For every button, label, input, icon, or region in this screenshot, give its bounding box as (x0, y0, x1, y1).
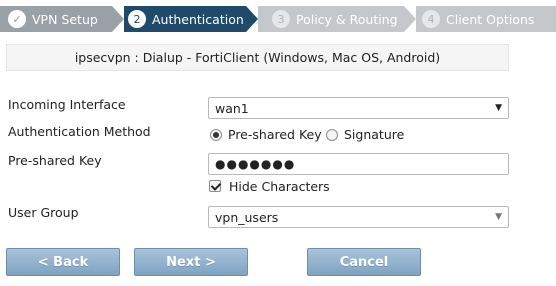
incoming-interface-select[interactable]: wan1 ▼ (208, 97, 509, 119)
wizard-step-label: Authentication (152, 11, 244, 27)
back-button[interactable]: < Back (6, 248, 120, 276)
wizard-step-client-options[interactable]: 4 Client Options (416, 6, 556, 32)
wizard-step-authentication[interactable]: 2 Authentication (124, 6, 246, 32)
check-icon: ✓ (8, 10, 26, 28)
wizard-step-label: Client Options (446, 11, 535, 27)
incoming-interface-value: wan1 (215, 100, 249, 116)
step-number: 2 (128, 10, 146, 28)
step-number: 4 (422, 10, 440, 28)
pre-shared-key-input[interactable]: ●●●●●●● (208, 153, 509, 175)
radio-signature-label: Signature (344, 127, 405, 142)
step-arrow (246, 6, 258, 32)
radio-pre-shared-key[interactable] (210, 129, 222, 141)
incoming-interface-label: Incoming Interface (8, 97, 126, 112)
wizard-step-policy-routing[interactable]: 3 Policy & Routing (258, 6, 404, 32)
next-button[interactable]: Next > (134, 248, 248, 276)
authentication-method-label: Authentication Method (8, 124, 151, 139)
hide-characters-checkbox[interactable] (209, 180, 221, 192)
user-group-select[interactable]: vpn_users ▼ (208, 206, 509, 228)
page-title: ipsecvpn : Dialup - FortiClient (Windows… (6, 44, 509, 71)
wizard-step-label: Policy & Routing (296, 11, 398, 27)
radio-pre-shared-key-label: Pre-shared Key (228, 127, 322, 142)
chevron-down-icon: ▼ (495, 212, 502, 222)
pre-shared-key-label: Pre-shared Key (8, 153, 102, 168)
wizard-steps: ✓ VPN Setup 2 Authentication 3 Policy & … (0, 6, 556, 32)
user-group-label: User Group (8, 205, 79, 220)
step-arrow (404, 6, 416, 32)
chevron-down-icon: ▼ (495, 103, 502, 113)
hide-characters-label: Hide Characters (229, 179, 330, 194)
radio-signature[interactable] (326, 129, 338, 141)
user-group-value: vpn_users (215, 209, 279, 225)
wizard-step-vpn-setup[interactable]: ✓ VPN Setup (0, 6, 112, 32)
step-arrow (112, 6, 124, 32)
cancel-button[interactable]: Cancel (307, 248, 421, 276)
wizard-step-label: VPN Setup (32, 11, 98, 27)
step-number: 3 (272, 10, 290, 28)
